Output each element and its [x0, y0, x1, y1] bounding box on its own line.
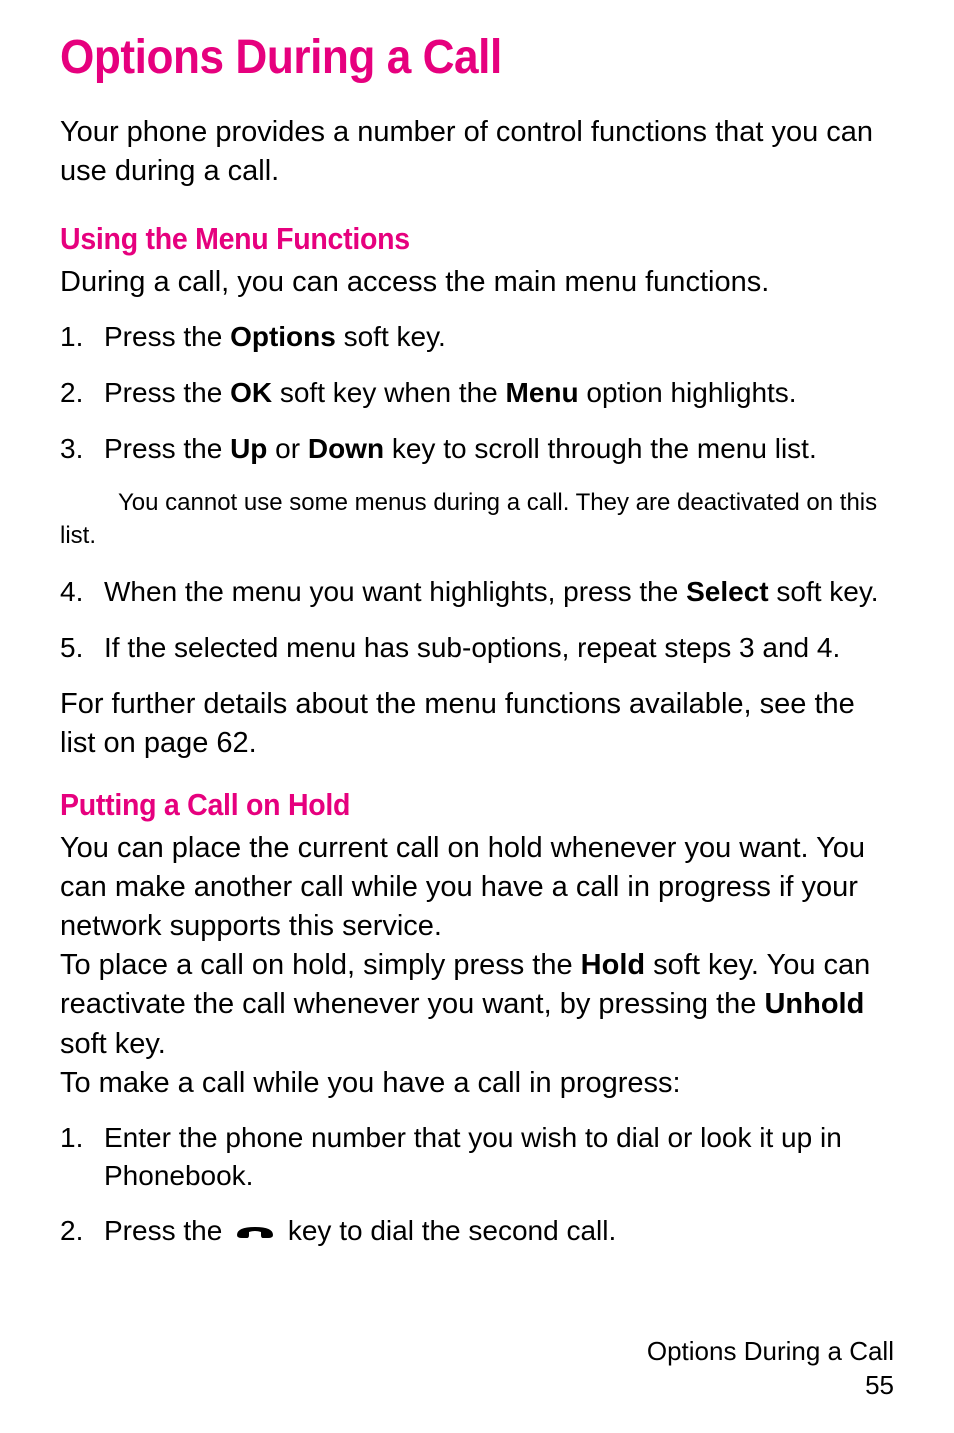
p2-text: To place a call on hold, simply press th…: [60, 949, 581, 981]
phone-send-icon: [234, 1214, 276, 1252]
intro-paragraph: Your phone provides a number of control …: [60, 113, 894, 191]
step-text: If the selected menu has sub-options, re…: [104, 632, 840, 663]
p2-text: soft key.: [60, 1028, 166, 1060]
step-bold: Down: [308, 433, 384, 464]
step-text: key to scroll through the menu list.: [384, 433, 817, 464]
section-heading-hold: Putting a Call on Hold: [60, 787, 827, 823]
step-bold: OK: [230, 377, 272, 408]
section-heading-menu-functions: Using the Menu Functions: [60, 221, 827, 257]
step-text: Press the: [104, 377, 230, 408]
list-item: 5. If the selected menu has sub-options,…: [60, 629, 894, 667]
step-bold: Options: [230, 321, 336, 352]
section2-paragraph-2: To place a call on hold, simply press th…: [60, 946, 894, 1063]
step-number: 2.: [60, 1212, 83, 1250]
section1-outro: For further details about the menu funct…: [60, 685, 894, 763]
p2-bold: Unhold: [764, 988, 864, 1020]
list-item: 2. Press the OK soft key when the Menu o…: [60, 374, 894, 412]
step-text: soft key when the: [272, 377, 505, 408]
step-text: Enter the phone number that you wish to …: [104, 1122, 842, 1191]
p2-bold: Hold: [581, 949, 645, 981]
list-item: 1. Enter the phone number that you wish …: [60, 1119, 894, 1195]
section2-paragraph-1: You can place the current call on hold w…: [60, 829, 894, 946]
step-text: Press the: [104, 1215, 230, 1246]
step-text: key to dial the second call.: [288, 1215, 616, 1246]
step-text: soft key.: [336, 321, 446, 352]
list-item: 4. When the menu you want highlights, pr…: [60, 573, 894, 611]
step-number: 2.: [60, 374, 83, 412]
step-number: 3.: [60, 430, 83, 468]
step-number: 1.: [60, 318, 83, 356]
section1-steps-a: 1. Press the Options soft key. 2. Press …: [60, 318, 894, 467]
step-text: soft key.: [769, 576, 879, 607]
section1-intro: During a call, you can access the main m…: [60, 263, 894, 302]
page-title: Options During a Call: [60, 30, 827, 85]
step-text: Press the: [104, 433, 230, 464]
list-item: 1. Press the Options soft key.: [60, 318, 894, 356]
step-bold: Menu: [506, 377, 579, 408]
page-footer: Options During a Call 55: [647, 1335, 894, 1403]
footer-label: Options During a Call: [647, 1335, 894, 1369]
section1-steps-b: 4. When the menu you want highlights, pr…: [60, 573, 894, 667]
step-bold: Up: [230, 433, 267, 464]
note-text: You cannot use some menus during a call.…: [60, 486, 894, 553]
list-item: 2. Press the key to dial the second call…: [60, 1212, 894, 1252]
step-text: option highlights.: [579, 377, 797, 408]
step-number: 4.: [60, 573, 83, 611]
step-number: 1.: [60, 1119, 83, 1157]
step-text: When the menu you want highlights, press…: [104, 576, 686, 607]
section2-paragraph-3: To make a call while you have a call in …: [60, 1064, 894, 1103]
note-content: You cannot use some menus during a call.…: [60, 489, 877, 550]
step-text: or: [267, 433, 307, 464]
list-item: 3. Press the Up or Down key to scroll th…: [60, 430, 894, 468]
section2-steps: 1. Enter the phone number that you wish …: [60, 1119, 894, 1252]
page-number: 55: [647, 1369, 894, 1403]
step-number: 5.: [60, 629, 83, 667]
step-bold: Select: [686, 576, 769, 607]
step-text: Press the: [104, 321, 230, 352]
